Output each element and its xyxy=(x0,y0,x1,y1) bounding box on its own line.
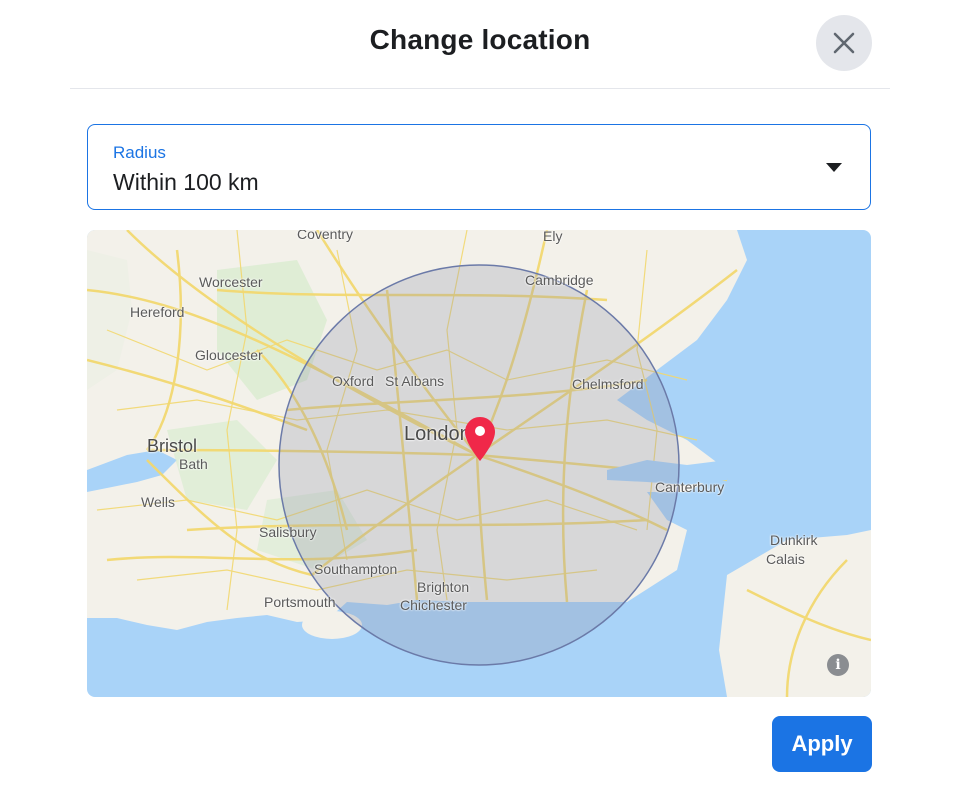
city-salisbury: Salisbury xyxy=(259,524,317,540)
city-wells: Wells xyxy=(141,494,175,510)
city-canterbury: Canterbury xyxy=(655,479,725,495)
dialog-title: Change location xyxy=(369,24,591,55)
dialog-header: Change location xyxy=(70,0,890,89)
chevron-down-icon xyxy=(826,163,842,172)
city-chichester: Chichester xyxy=(400,597,467,613)
city-oxford: Oxford xyxy=(332,373,375,389)
location-map[interactable]: Coventry Ely Cambridge Worcester Herefor… xyxy=(87,230,871,697)
city-bristol: Bristol xyxy=(147,436,198,456)
city-dunkirk: Dunkirk xyxy=(770,532,818,548)
city-portsmouth: Portsmouth xyxy=(264,594,336,610)
location-pin-icon[interactable] xyxy=(464,416,496,462)
city-brighton: Brighton xyxy=(417,579,470,595)
city-worcester: Worcester xyxy=(199,274,263,290)
close-icon xyxy=(833,32,855,54)
city-coventry: Coventry xyxy=(297,230,354,242)
city-london: London xyxy=(404,423,471,445)
radius-value: Within 100 km xyxy=(113,169,259,195)
info-icon[interactable]: i xyxy=(827,654,849,676)
city-bath: Bath xyxy=(179,456,208,472)
city-calais: Calais xyxy=(766,551,805,567)
city-gloucester: Gloucester xyxy=(195,347,263,363)
radius-label: Radius xyxy=(113,143,166,162)
city-southampton: Southampton xyxy=(314,561,398,577)
radius-dropdown[interactable]: Radius Within 100 km xyxy=(87,124,871,210)
close-button[interactable] xyxy=(816,15,872,71)
apply-button[interactable]: Apply xyxy=(772,716,872,772)
city-cambridge: Cambridge xyxy=(525,272,594,288)
city-chelmsford: Chelmsford xyxy=(572,376,644,392)
city-hereford: Hereford xyxy=(130,304,185,320)
city-st-albans: St Albans xyxy=(385,373,445,389)
city-ely: Ely xyxy=(543,230,563,244)
